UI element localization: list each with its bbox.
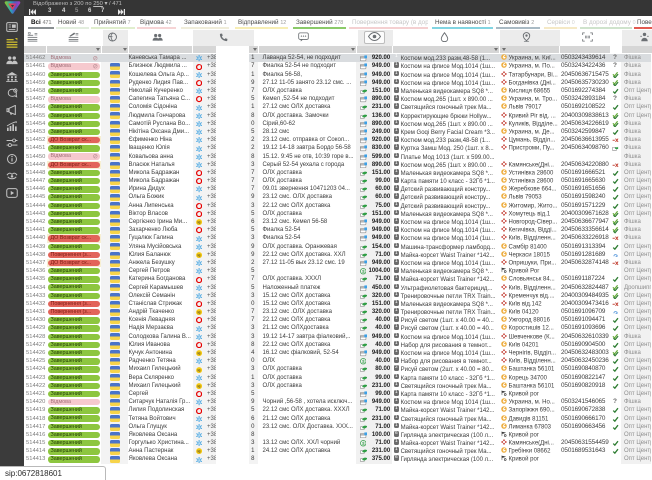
svg-text:lc: lc [198,352,201,356]
svg-text:$: $ [361,441,364,446]
svg-text:lc: lc [198,311,201,315]
svg-text:$: $ [361,359,364,364]
svg-text:lc: lc [198,254,201,258]
svg-text:lc: lc [198,385,201,389]
svg-text:$: $ [361,269,364,274]
svg-text:lc: lc [198,450,201,454]
svg-text:lc: lc [198,221,201,225]
svg-text:lc: lc [198,368,201,372]
